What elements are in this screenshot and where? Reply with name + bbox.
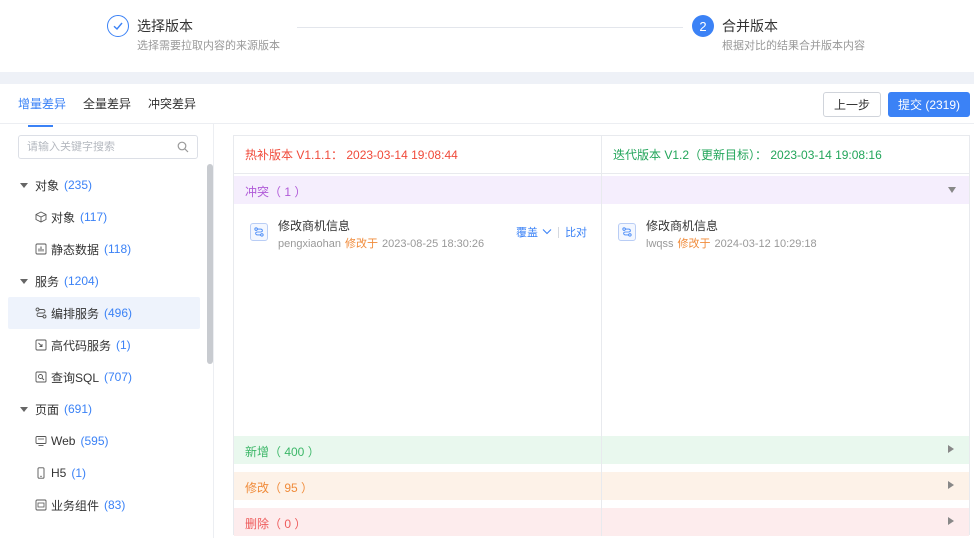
tree-label: 查询SQL xyxy=(51,370,100,385)
section-label: 删除（ 0 ） xyxy=(245,517,307,531)
search-box xyxy=(18,135,198,159)
step-number: 2 xyxy=(692,15,714,37)
steps-bar: 选择版本 选择需要拉取内容的来源版本 2 合并版本 根据对比的结果合并版本内容 xyxy=(0,0,974,72)
caret-down-icon xyxy=(20,182,28,188)
record-user: pengxiaohan xyxy=(278,238,342,250)
section-label: 新增（ 400 ） xyxy=(245,445,320,459)
tree-count: (235) xyxy=(64,178,93,192)
step-desc: 选择需要拉取内容的来源版本 xyxy=(137,40,280,52)
diff-tabs: 增量差异 全量差异 冲突差异 xyxy=(18,96,213,127)
step-connector xyxy=(297,27,683,28)
record-user: lwqss xyxy=(646,238,674,250)
caret-down-icon xyxy=(20,278,28,284)
diff-panel: 热补版本 V1.1.1： 2023-03-14 19:08:44 迭代版本 V1… xyxy=(233,135,970,536)
step-desc: 根据对比的结果合并版本内容 xyxy=(722,40,865,52)
tree-item-static-data[interactable]: 静态数据 (118) xyxy=(8,233,200,265)
collapse-icon[interactable] xyxy=(948,187,956,193)
tree-group-service[interactable]: 服务 (1204) xyxy=(8,265,200,297)
record-action: 修改于 xyxy=(345,238,379,250)
tree-item-query-sql[interactable]: 查询SQL (707) xyxy=(8,361,200,393)
tree-count: (707) xyxy=(104,370,133,384)
sidebar: 对象 (235) 对象 (117) 静态数据 (118) 服务 (1204) 编… xyxy=(0,124,214,538)
tree-group-object[interactable]: 对象 (235) xyxy=(8,169,200,201)
tree-label: Web xyxy=(51,434,76,448)
record-time: 2024-03-12 10:29:18 xyxy=(714,238,817,250)
tab-conflict-diff[interactable]: 冲突差异 xyxy=(148,96,196,124)
tree-item-orchestration-service[interactable]: 编排服务 (496) xyxy=(8,297,200,329)
tab-full-diff[interactable]: 全量差异 xyxy=(83,96,131,124)
tree-count: (1204) xyxy=(64,274,99,288)
prev-step-button[interactable]: 上一步 xyxy=(823,92,881,117)
record-title: 修改商机信息 xyxy=(278,219,351,233)
tree-group-page[interactable]: 页面 (691) xyxy=(8,393,200,425)
compare-link[interactable]: 比对 xyxy=(565,224,587,240)
step-merge-version: 2 合并版本 根据对比的结果合并版本内容 xyxy=(692,15,865,54)
flow-icon xyxy=(250,223,268,241)
tree-count: (117) xyxy=(80,210,108,224)
code-file-icon xyxy=(35,339,47,351)
step-title: 合并版本 xyxy=(722,18,778,34)
expand-icon[interactable] xyxy=(948,481,954,489)
tree-count: (118) xyxy=(104,242,132,256)
tree-item-web[interactable]: Web (595) xyxy=(8,425,200,457)
expand-icon[interactable] xyxy=(948,517,954,525)
cube-icon xyxy=(35,211,47,223)
caret-down-icon xyxy=(20,406,28,412)
tree-label: 对象 xyxy=(51,210,76,225)
component-icon xyxy=(35,499,47,511)
tree-count: (1) xyxy=(71,466,87,480)
step-title: 选择版本 xyxy=(137,18,193,34)
tree-item-h5[interactable]: H5 (1) xyxy=(8,457,200,489)
tree-item-object[interactable]: 对象 (117) xyxy=(8,201,200,233)
tree-label: 静态数据 xyxy=(51,242,100,257)
search-icon[interactable] xyxy=(177,141,189,153)
tree-count: (496) xyxy=(104,306,133,320)
main-panel: 增量差异 全量差异 冲突差异 上一步 提交 (2319) 对象 (235) 对象… xyxy=(0,84,974,538)
search-input[interactable] xyxy=(27,141,177,153)
override-dropdown[interactable]: 覆盖 xyxy=(516,224,552,240)
column-divider xyxy=(601,136,602,536)
sidebar-scrollbar[interactable] xyxy=(207,164,213,364)
record-time: 2023-08-25 18:30:26 xyxy=(382,238,485,250)
tree-label: 高代码服务 xyxy=(51,338,112,353)
tree-label: 业务组件 xyxy=(51,498,100,513)
source-version-header: 热补版本 V1.1.1： 2023-03-14 19:08:44 xyxy=(245,148,458,162)
section-label: 冲突（ 1 ） xyxy=(245,185,307,199)
target-record: 修改商机信息 lwqss 修改于 2024-03-12 10:29:18 xyxy=(618,218,817,252)
step-select-version: 选择版本 选择需要拉取内容的来源版本 xyxy=(107,15,280,54)
record-actions: 覆盖 比对 xyxy=(516,224,587,240)
sql-icon xyxy=(35,371,47,383)
tab-incremental-diff[interactable]: 增量差异 xyxy=(18,96,66,127)
type-tree: 对象 (235) 对象 (117) 静态数据 (118) 服务 (1204) 编… xyxy=(8,169,200,521)
record-action: 修改于 xyxy=(677,238,711,250)
tree-count: (691) xyxy=(64,402,93,416)
tree-count: (83) xyxy=(104,498,126,512)
tree-label: 服务 xyxy=(35,274,60,289)
tree-label: 页面 xyxy=(35,402,60,417)
tree-label: 编排服务 xyxy=(51,306,100,321)
monitor-icon xyxy=(35,436,47,446)
source-record: 修改商机信息 pengxiaohan 修改于 2023-08-25 18:30:26 xyxy=(250,218,484,252)
tree-item-high-code-service[interactable]: 高代码服务 (1) xyxy=(8,329,200,361)
tree-label: 对象 xyxy=(35,178,60,193)
target-version-header: 迭代版本 V1.2（更新目标）： 2023-03-14 19:08:16 xyxy=(613,148,882,162)
bar-chart-icon xyxy=(35,243,47,255)
tree-count: (595) xyxy=(80,434,109,448)
flow-icon xyxy=(618,223,636,241)
tree-item-business-component[interactable]: 业务组件 (83) xyxy=(8,489,200,521)
tree-count: (1) xyxy=(116,338,131,352)
chevron-down-icon xyxy=(542,229,552,235)
section-label: 修改（ 95 ） xyxy=(245,481,314,495)
submit-button[interactable]: 提交 (2319) xyxy=(888,92,970,117)
check-icon xyxy=(107,15,129,37)
record-title: 修改商机信息 xyxy=(646,219,719,233)
tree-label: H5 xyxy=(51,466,67,480)
mobile-icon xyxy=(37,467,45,479)
expand-icon[interactable] xyxy=(948,445,954,453)
override-label: 覆盖 xyxy=(516,227,538,239)
flow-icon xyxy=(35,307,47,319)
separator xyxy=(558,226,560,238)
